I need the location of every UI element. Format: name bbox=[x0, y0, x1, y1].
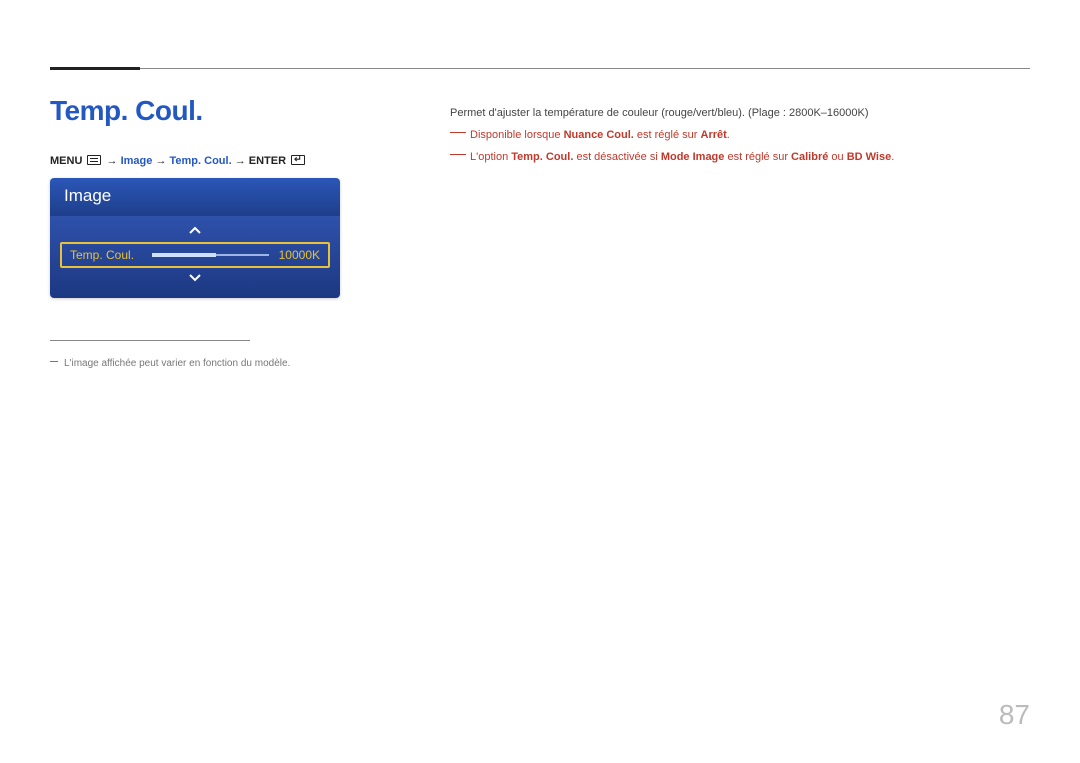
chevron-up-icon bbox=[188, 225, 202, 235]
bc-temp: Temp. Coul. bbox=[170, 155, 232, 167]
menu-icon bbox=[87, 155, 101, 165]
bc-image: Image bbox=[121, 155, 153, 167]
top-rule-bold bbox=[50, 67, 140, 70]
menu-item-temp-coul[interactable]: Temp. Coul. 10000K bbox=[60, 242, 330, 268]
arrow-up-button[interactable] bbox=[60, 222, 330, 240]
bc-menu: MENU bbox=[50, 155, 82, 167]
footnote: L'image affichée peut varier en fonction… bbox=[50, 358, 290, 369]
chevron-down-icon bbox=[188, 273, 202, 283]
enter-icon bbox=[291, 155, 305, 165]
desc-note-1: Disponible lorsque Nuance Coul. est régl… bbox=[450, 126, 1020, 146]
bc-arrow-2: → bbox=[155, 155, 166, 167]
menu-item-value: 10000K bbox=[279, 248, 320, 262]
bc-enter: ENTER bbox=[249, 155, 286, 167]
note-dash-icon bbox=[450, 132, 466, 133]
top-rule bbox=[50, 68, 1030, 69]
note-dash-icon bbox=[450, 154, 466, 155]
desc-note-2: L'option Temp. Coul. est désactivée si M… bbox=[450, 148, 1020, 168]
arrow-down-button[interactable] bbox=[60, 270, 330, 288]
footnote-rule bbox=[50, 340, 250, 341]
page-title: Temp. Coul. bbox=[50, 95, 203, 127]
menu-panel-body: Temp. Coul. 10000K bbox=[50, 216, 340, 298]
page-number: 87 bbox=[999, 699, 1030, 731]
bc-arrow-1: → bbox=[107, 155, 118, 167]
menu-panel: Image Temp. Coul. 10000K bbox=[50, 178, 340, 298]
description-block: Permet d'ajuster la température de coule… bbox=[450, 104, 1020, 169]
bc-arrow-3: → bbox=[235, 155, 246, 167]
footnote-text: L'image affichée peut varier en fonction… bbox=[64, 358, 290, 369]
footnote-dash-icon bbox=[50, 361, 58, 362]
menu-item-slider[interactable] bbox=[152, 252, 269, 258]
menu-item-label: Temp. Coul. bbox=[70, 248, 134, 262]
menu-panel-header: Image bbox=[50, 178, 340, 216]
desc-line-1: Permet d'ajuster la température de coule… bbox=[450, 104, 1020, 124]
breadcrumb: MENU → Image → Temp. Coul. → ENTER bbox=[50, 154, 307, 167]
